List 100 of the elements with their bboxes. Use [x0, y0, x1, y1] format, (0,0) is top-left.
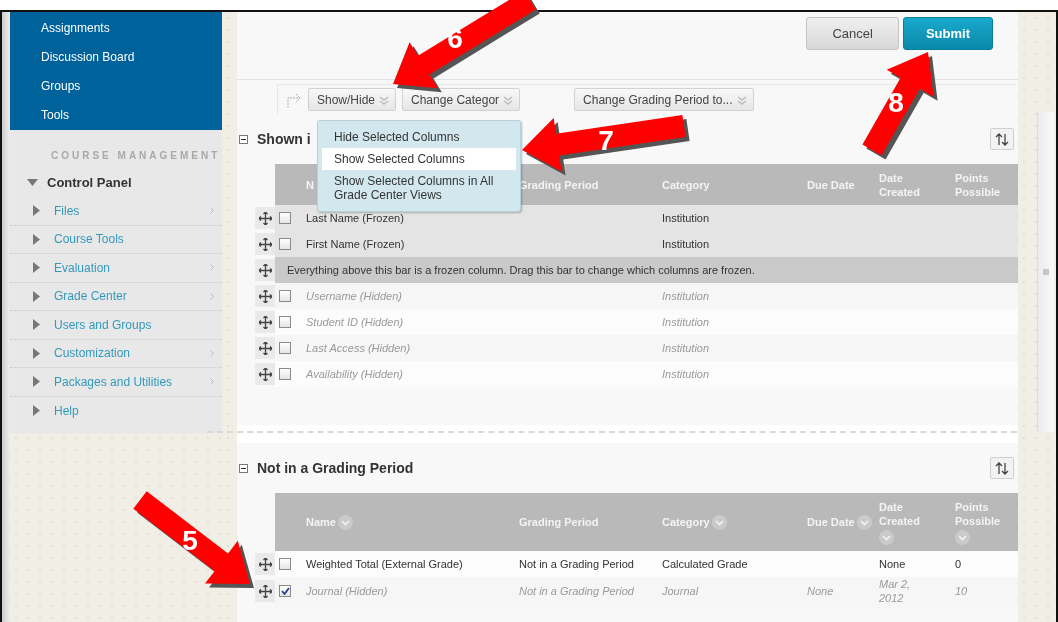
step-number: 8 — [888, 87, 904, 118]
chevron-right-icon — [210, 378, 214, 386]
table-cell-text: Not in a Grading Period — [518, 584, 635, 598]
reorder-button[interactable] — [990, 457, 1014, 479]
table-cell-text: Journal (Hidden) — [305, 584, 389, 598]
submit-button[interactable]: Submit — [902, 17, 993, 50]
caret-right-icon — [31, 233, 42, 245]
course-menu-item[interactable]: Assignments — [41, 13, 110, 43]
column-header[interactable]: Due Date — [807, 515, 855, 529]
menu-item[interactable]: Hide Selected Columns — [322, 126, 516, 148]
collapse-icon[interactable] — [239, 134, 248, 144]
section-title: Not in a Grading Period — [257, 460, 414, 476]
checkbox[interactable] — [279, 290, 291, 302]
collapse-icon[interactable] — [239, 463, 248, 473]
caret-right-icon — [31, 405, 42, 417]
checkbox[interactable] — [279, 238, 291, 250]
reorder-button[interactable] — [990, 128, 1014, 150]
step-number: 5 — [182, 525, 198, 556]
drag-handle[interactable] — [255, 311, 275, 333]
checkbox[interactable] — [279, 558, 291, 570]
move-icon — [258, 341, 272, 355]
course-menu-item[interactable]: Discussion Board — [41, 42, 135, 72]
sort-icon — [995, 461, 1009, 475]
double-chevron-icon — [379, 94, 390, 105]
toolbar-dropdown-button[interactable]: Change Categor — [402, 88, 521, 111]
checkbox[interactable] — [279, 212, 291, 224]
drag-handle[interactable] — [255, 580, 275, 602]
table-cell-text: Last Name (Frozen) — [305, 211, 405, 225]
step-number: 6 — [447, 23, 463, 54]
corner-arrow-icon — [286, 91, 302, 108]
table-cell-text: First Name (Frozen) — [305, 237, 406, 251]
course-menu-item[interactable]: Groups — [41, 71, 81, 101]
table-cell-text: Journal — [661, 584, 700, 598]
drag-handle[interactable] — [255, 363, 275, 385]
toolbar-dropdown-button[interactable]: Show/Hide — [308, 88, 397, 111]
table-cell-text: Mar 2, 2012 — [878, 577, 912, 605]
column-header[interactable]: Points Possible — [955, 499, 1017, 528]
drag-handle[interactable] — [255, 259, 275, 281]
grip-icon — [1043, 269, 1049, 275]
chevron-right-icon — [210, 264, 214, 272]
table-cell-text: 0 — [954, 557, 963, 571]
step-number: 7 — [598, 125, 614, 156]
column-header[interactable]: Date Created — [879, 499, 941, 528]
drag-handle[interactable] — [255, 337, 275, 359]
column-header[interactable]: Name — [306, 515, 336, 529]
checkbox[interactable] — [279, 585, 291, 597]
checkbox[interactable] — [279, 342, 291, 354]
drag-handle[interactable] — [255, 285, 275, 307]
table-cell-text: Institution — [661, 367, 711, 381]
caret-right-icon — [31, 205, 42, 217]
section-heading: COURSE MANAGEMENT — [51, 150, 222, 161]
move-icon — [258, 367, 272, 381]
table-cell-text: 10 — [954, 584, 969, 598]
column-header: Grading Period — [519, 515, 599, 529]
cancel-button[interactable]: Cancel — [806, 17, 899, 50]
table-cell-text: Institution — [661, 211, 711, 225]
move-icon — [258, 263, 272, 277]
caret-right-icon — [31, 290, 42, 302]
caret-down-icon — [27, 176, 38, 188]
menu-item[interactable]: Show Selected Columns in All Grade Center Views — [322, 170, 516, 206]
control-panel-toggle[interactable]: Control Panel — [10, 171, 132, 193]
table-cell-text: Institution — [661, 315, 711, 329]
table-cell-text: Calculated Grade — [661, 557, 749, 571]
column-header: Grading Period — [519, 177, 599, 192]
drag-handle[interactable] — [255, 553, 275, 575]
move-icon — [258, 557, 272, 571]
table-cell-text: None — [806, 584, 835, 598]
checkbox[interactable] — [279, 368, 291, 380]
drag-handle[interactable] — [255, 207, 275, 229]
chevron-right-icon — [210, 349, 214, 357]
column-header: Date Created — [879, 170, 921, 199]
table-cell-text: Institution — [661, 341, 711, 355]
double-chevron-icon — [503, 94, 514, 105]
section-title: Shown i — [257, 131, 311, 147]
caret-right-icon — [31, 376, 42, 388]
course-menu-item[interactable]: Tools — [41, 100, 69, 130]
column-header: N — [306, 177, 314, 192]
column-header[interactable]: Category — [662, 515, 710, 529]
menu-item[interactable]: Show Selected Columns — [322, 148, 516, 170]
chevron-right-icon — [210, 292, 214, 300]
move-icon — [258, 289, 272, 303]
control-panel-item[interactable]: Help — [10, 396, 222, 425]
move-icon — [258, 315, 272, 329]
table-cell-text: Weighted Total (External Grade) — [305, 557, 464, 571]
table-cell-text: Username (Hidden) — [305, 289, 403, 303]
move-icon — [258, 211, 272, 225]
scrollbar[interactable] — [1037, 112, 1054, 432]
chevron-right-icon — [210, 207, 214, 215]
checkbox[interactable] — [279, 316, 291, 328]
table-cell-text: Availability (Hidden) — [304, 367, 404, 381]
frozen-bar[interactable]: Everything above this bar is a frozen column. Drag this bar to change which columns are frozen. — [275, 257, 1018, 283]
toolbar-dropdown-button[interactable]: Change Grading Period to... — [574, 88, 754, 111]
table-cell-text: None — [878, 557, 907, 571]
table-cell-text: Not in a Grading Period — [518, 557, 635, 571]
drag-handle[interactable] — [255, 233, 275, 255]
table-cell-text: Last Access (Hidden) — [305, 341, 412, 355]
table-cell-text: Student ID (Hidden) — [305, 315, 405, 329]
column-header: Points Possible — [955, 170, 1002, 199]
caret-right-icon — [31, 319, 42, 331]
caret-right-icon — [31, 262, 42, 274]
